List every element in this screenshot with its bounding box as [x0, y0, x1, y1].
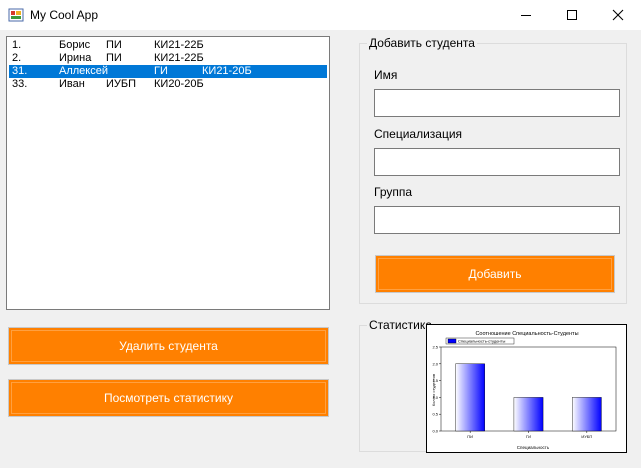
bar [455, 363, 485, 432]
student-spec: ИУБП [106, 78, 137, 90]
specialization-input[interactable] [374, 148, 620, 176]
y-tick-label: 1.5 [432, 378, 438, 383]
delete-student-button[interactable]: Удалить студента [8, 327, 329, 365]
statistics-chart: Соотношение Специальность-Студенты Специ… [426, 324, 627, 453]
list-item[interactable]: 33. Иван ИУБП КИ20-20Б [9, 78, 327, 91]
student-number: 31. [12, 65, 28, 77]
student-group: КИ21-22Б [154, 52, 204, 64]
student-number: 2. [12, 52, 22, 64]
name-input[interactable] [374, 89, 620, 117]
bar [513, 397, 544, 432]
button-focus-border [11, 382, 326, 414]
legend-label: Специальность-студенты [458, 339, 505, 344]
chart-marks: 0.0 0.5 1.0 1.5 2.0 2.5 ПИ ГИ ИУБП [432, 345, 617, 439]
legend-swatch [447, 338, 457, 344]
app-icon [8, 8, 24, 22]
close-button[interactable] [595, 0, 641, 30]
student-spec: ПИ [106, 39, 122, 51]
specialization-label: Специализация [374, 127, 463, 141]
student-group: КИ20-20Б [154, 78, 204, 90]
student-name: Ирина [59, 52, 92, 64]
student-name: Иван [59, 78, 85, 90]
close-icon [612, 9, 624, 21]
maximize-button[interactable] [549, 0, 595, 30]
student-list[interactable]: 1. Борис ПИ КИ21-22Б 2. Ирина ПИ КИ21-22… [6, 36, 330, 310]
student-name: Аллексей [59, 65, 108, 77]
list-item[interactable]: 1. Борис ПИ КИ21-22Б [9, 39, 327, 52]
chart-xlabel: Специальность [517, 445, 550, 450]
chart-title: Соотношение Специальность-Студенты [475, 331, 578, 337]
add-student-button[interactable]: Добавить [375, 255, 615, 293]
group-label: Группа [374, 185, 413, 199]
student-number: 33. [12, 78, 28, 90]
student-name: Борис [59, 39, 91, 51]
y-tick-label: 2.5 [432, 345, 438, 350]
x-tick-label: ПИ [467, 434, 473, 439]
student-group: КИ21-22Б [154, 39, 204, 51]
minimize-button[interactable] [503, 0, 549, 30]
statistics-group-title: Статистика [367, 318, 435, 332]
student-spec: ГИ [154, 65, 168, 77]
add-student-group-title: Добавить студента [367, 36, 477, 50]
button-focus-border [11, 330, 326, 362]
student-group: КИ21-20Б [202, 65, 252, 77]
group-input[interactable] [374, 206, 620, 234]
window-title: My Cool App [30, 8, 99, 22]
maximize-icon [567, 10, 577, 20]
x-tick-label: ИУБП [581, 434, 592, 439]
button-focus-border [378, 258, 612, 290]
list-item[interactable]: 2. Ирина ПИ КИ21-22Б [9, 52, 327, 65]
y-tick-label: 0.5 [432, 412, 438, 417]
list-item-selected[interactable]: 31. Аллексей ГИ КИ21-20Б [9, 65, 327, 78]
student-number: 1. [12, 39, 22, 51]
x-tick-label: ГИ [526, 434, 531, 439]
student-spec: ПИ [106, 52, 122, 64]
bar [572, 397, 602, 432]
y-tick-label: 0.0 [432, 429, 438, 434]
y-tick-label: 1.0 [432, 395, 438, 400]
view-statistics-button[interactable]: Посмотреть статистику [8, 379, 329, 417]
name-label: Имя [374, 68, 398, 82]
title-bar: My Cool App [0, 0, 641, 30]
statistics-chart-svg: Соотношение Специальность-Студенты Специ… [431, 331, 617, 450]
y-tick-label: 2.0 [432, 361, 438, 366]
minimize-icon [521, 15, 531, 16]
